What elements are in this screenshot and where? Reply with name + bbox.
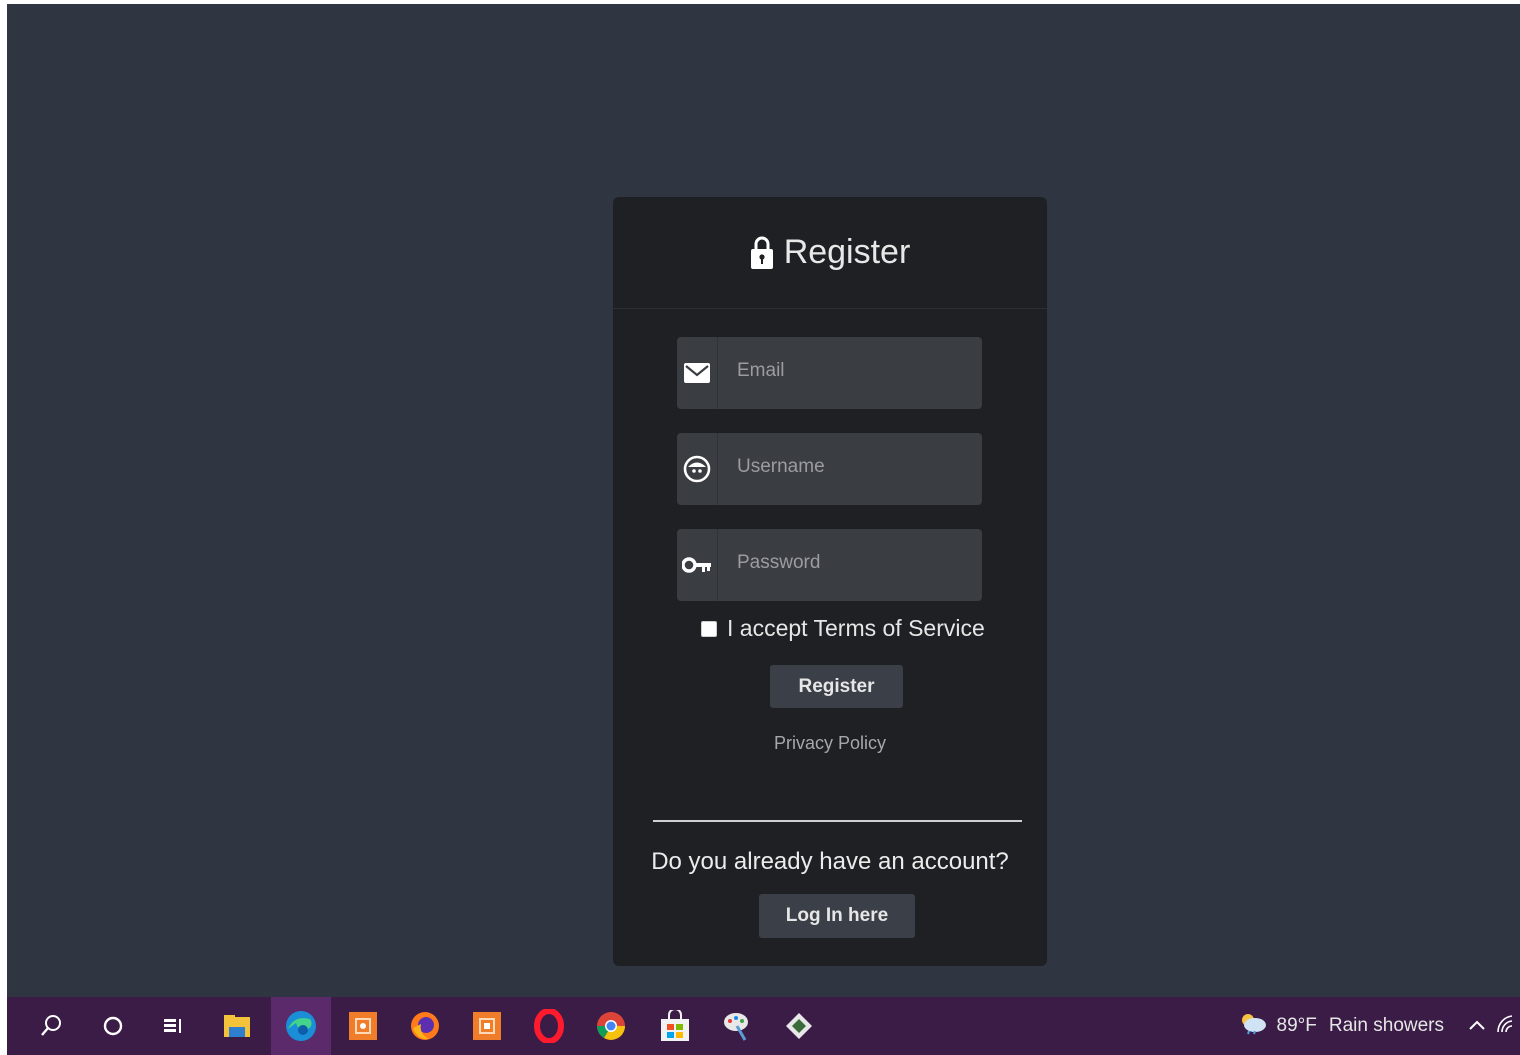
system-tray: 89°F Rain showers xyxy=(1239,997,1520,1055)
image-app-icon[interactable] xyxy=(457,997,517,1055)
email-input[interactable] xyxy=(718,337,982,409)
email-field-group xyxy=(677,337,982,409)
divider xyxy=(653,820,1022,822)
password-input[interactable] xyxy=(718,529,982,601)
card-title: Register xyxy=(750,233,911,272)
paint-app-icon[interactable] xyxy=(707,997,767,1055)
chevron-up-icon[interactable] xyxy=(1468,1015,1486,1037)
network-icon[interactable] xyxy=(1496,1013,1514,1039)
weather-description[interactable]: Rain showers xyxy=(1329,1015,1444,1037)
chrome-icon[interactable] xyxy=(581,997,641,1055)
username-input[interactable] xyxy=(718,433,982,505)
password-field-group xyxy=(677,529,982,601)
task-view-icon[interactable] xyxy=(143,997,203,1055)
desktop-background: Register Email Username I accept Terms o… xyxy=(7,4,1520,997)
envelope-icon xyxy=(677,337,718,409)
terms-row[interactable]: I accept Terms of Service xyxy=(701,615,985,642)
lock-icon xyxy=(750,235,774,271)
card-header: Register xyxy=(613,197,1047,309)
file-explorer-icon[interactable] xyxy=(207,997,267,1055)
register-button[interactable]: Register xyxy=(770,665,903,708)
register-card: Register Email Username I accept Terms o… xyxy=(613,197,1047,966)
opera-icon[interactable] xyxy=(519,997,579,1055)
terms-checkbox[interactable] xyxy=(701,620,717,637)
already-have-account-text: Do you already have an account? xyxy=(651,848,1009,875)
cloud-rain-icon xyxy=(1239,1011,1267,1041)
screen-capture-app-icon[interactable] xyxy=(333,997,393,1055)
terms-label: I accept Terms of Service xyxy=(727,615,985,641)
key-icon xyxy=(677,529,718,601)
user-face-icon xyxy=(677,433,718,505)
taskbar: 89°F Rain showers xyxy=(7,997,1520,1055)
weather-temperature[interactable]: 89°F xyxy=(1277,1015,1317,1037)
edge-browser-icon[interactable] xyxy=(271,997,331,1055)
firefox-icon[interactable] xyxy=(395,997,455,1055)
cortana-icon[interactable] xyxy=(83,997,143,1055)
gem-app-icon[interactable] xyxy=(769,997,829,1055)
page-title: Register xyxy=(783,233,911,271)
username-field-group xyxy=(677,433,982,505)
login-button[interactable]: Log In here xyxy=(759,894,915,938)
search-icon[interactable] xyxy=(21,997,81,1055)
privacy-policy-link[interactable]: Privacy Policy xyxy=(613,733,1047,754)
microsoft-store-icon[interactable] xyxy=(645,997,705,1055)
